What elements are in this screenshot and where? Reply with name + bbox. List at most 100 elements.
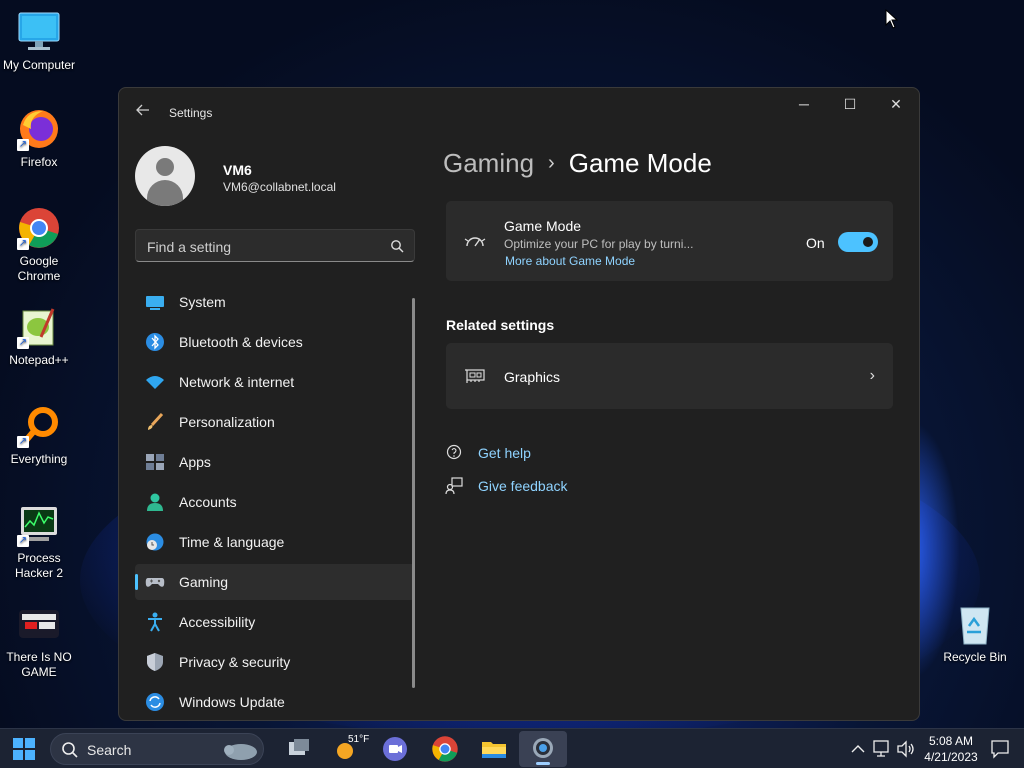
process-hacker-icon: ↗ <box>17 503 61 547</box>
desktop-icon-label: Notepad++ <box>9 353 69 367</box>
find-setting-search-input[interactable]: Find a setting <box>135 229 415 262</box>
desktop-icon-recycle-bin[interactable]: Recycle Bin <box>936 602 1014 665</box>
desktop-icon-label: Everything <box>10 452 68 466</box>
brush-icon <box>145 412 165 432</box>
back-arrow-icon[interactable] <box>135 102 155 122</box>
nav-item-personalization[interactable]: Personalization <box>135 404 415 440</box>
breadcrumb-parent[interactable]: Gaming <box>443 148 534 178</box>
weather-temperature: 51°F <box>348 734 370 745</box>
nav-item-privacy[interactable]: Privacy & security <box>135 644 415 680</box>
desktop-icon-label: Google Chrome <box>17 254 61 283</box>
nav-item-label: System <box>179 294 226 310</box>
feedback-icon <box>445 477 463 495</box>
desktop-icon-label: My Computer <box>2 58 76 72</box>
teams-chat-icon[interactable] <box>381 735 409 763</box>
graphics-label: Graphics <box>504 369 561 385</box>
clock-date: 4/21/2023 <box>924 750 978 764</box>
desktop-icon-label: There Is NO GAME <box>6 650 72 679</box>
nav-item-accessibility[interactable]: Accessibility <box>135 604 415 640</box>
settings-nav: System Bluetooth & devices Network & int… <box>135 284 415 720</box>
taskbar-clock[interactable]: 5:08 AM 4/21/2023 <box>922 733 980 765</box>
nav-item-windows-update[interactable]: Windows Update <box>135 684 415 720</box>
nav-item-network[interactable]: Network & internet <box>135 364 415 400</box>
gamepad-icon <box>145 572 165 592</box>
nav-item-apps[interactable]: Apps <box>135 444 415 480</box>
recycle-bin-icon <box>953 602 997 646</box>
nav-item-label: Personalization <box>179 414 275 430</box>
system-icon <box>145 292 165 312</box>
globe-clock-icon <box>145 532 165 552</box>
desktop-icon-my-computer[interactable]: My Computer <box>0 10 78 73</box>
graphics-settings-row[interactable]: Graphics › <box>446 343 893 409</box>
mouse-cursor-icon <box>885 8 899 34</box>
nav-item-label: Windows Update <box>179 694 285 710</box>
close-button[interactable]: ✕ <box>881 96 911 116</box>
active-app-indicator <box>536 762 550 765</box>
game-mode-gauge-icon <box>464 231 486 251</box>
apps-icon <box>145 452 165 472</box>
title-bar: Settings ─ ☐ ✕ <box>119 88 919 138</box>
nav-item-label: Bluetooth & devices <box>179 334 303 350</box>
shield-icon <box>145 652 165 672</box>
get-help-label: Get help <box>478 445 531 461</box>
bluetooth-icon <box>145 332 165 352</box>
search-icon <box>61 741 79 764</box>
nav-scrollbar[interactable] <box>412 298 415 688</box>
game-mode-toggle[interactable] <box>838 232 878 252</box>
desktop-icon-everything[interactable]: ↗ Everything <box>0 404 78 467</box>
give-feedback-label: Give feedback <box>478 478 568 494</box>
nav-item-label: Privacy & security <box>179 654 291 670</box>
avatar <box>135 146 195 206</box>
nav-item-label: Accounts <box>179 494 237 510</box>
more-about-game-mode-link[interactable]: More about Game Mode <box>505 254 635 268</box>
nav-item-system[interactable]: System <box>135 284 415 320</box>
volume-icon[interactable] <box>894 737 922 765</box>
computer-icon <box>17 10 61 54</box>
breadcrumb-chevron-icon: › <box>548 152 555 174</box>
clock-time: 5:08 AM <box>928 734 974 748</box>
maximize-button[interactable]: ☐ <box>835 96 865 116</box>
notepad-plus-plus-icon: ↗ <box>17 305 61 349</box>
desktop-icon-process-hacker[interactable]: ↗ Process Hacker 2 <box>0 503 78 581</box>
get-help-icon <box>445 444 463 462</box>
desktop-icon-chrome[interactable]: ↗ Google Chrome <box>0 206 78 284</box>
user-name: VM6 <box>223 162 252 178</box>
nav-item-bluetooth[interactable]: Bluetooth & devices <box>135 324 415 360</box>
there-is-no-game-icon <box>17 602 61 646</box>
taskbar-search-box[interactable]: Search <box>50 733 264 765</box>
taskbar: Search 51°F 5:08 AM 4/21/2023 <box>0 728 1024 768</box>
nav-item-accounts[interactable]: Accounts <box>135 484 415 520</box>
desktop-icon-there-is-no-game[interactable]: There Is NO GAME <box>0 602 78 680</box>
wifi-icon <box>145 372 165 392</box>
nav-item-label: Network & internet <box>179 374 295 390</box>
graphics-card-icon <box>464 368 486 384</box>
game-mode-title: Game Mode <box>504 218 582 234</box>
notification-icon[interactable] <box>988 737 1016 765</box>
desktop-icon-firefox[interactable]: ↗ Firefox <box>0 107 78 170</box>
breadcrumb: Gaming › Game Mode <box>443 148 712 179</box>
toggle-knob <box>863 237 873 247</box>
start-windows-icon[interactable] <box>10 735 38 763</box>
nav-item-time-language[interactable]: Time & language <box>135 524 415 560</box>
chrome-icon: ↗ <box>17 206 61 250</box>
user-email: VM6@collabnet.local <box>223 180 336 194</box>
desktop-icon-notepadpp[interactable]: ↗ Notepad++ <box>0 305 78 368</box>
game-mode-description: Optimize your PC for play by turni... <box>504 237 694 251</box>
taskbar-settings-app[interactable] <box>519 731 567 767</box>
task-view-icon[interactable] <box>285 735 313 763</box>
search-highlight-manatee-icon <box>219 738 259 767</box>
minimize-button[interactable]: ─ <box>789 96 819 116</box>
nav-item-gaming[interactable]: Gaming <box>135 564 415 600</box>
page-title: Game Mode <box>568 148 712 178</box>
game-mode-state-label: On <box>806 235 825 251</box>
everything-search-icon: ↗ <box>17 404 61 448</box>
nav-item-label: Gaming <box>179 574 229 590</box>
chrome-icon[interactable] <box>431 735 459 763</box>
desktop-icon-label: Process Hacker 2 <box>14 551 64 580</box>
accounts-icon <box>145 492 165 512</box>
app-title: Settings <box>169 106 213 120</box>
file-explorer-icon[interactable] <box>480 735 508 763</box>
nav-item-label: Apps <box>179 454 211 470</box>
user-profile[interactable]: VM6 VM6@collabnet.local <box>135 146 336 206</box>
taskbar-search-label: Search <box>87 742 132 758</box>
